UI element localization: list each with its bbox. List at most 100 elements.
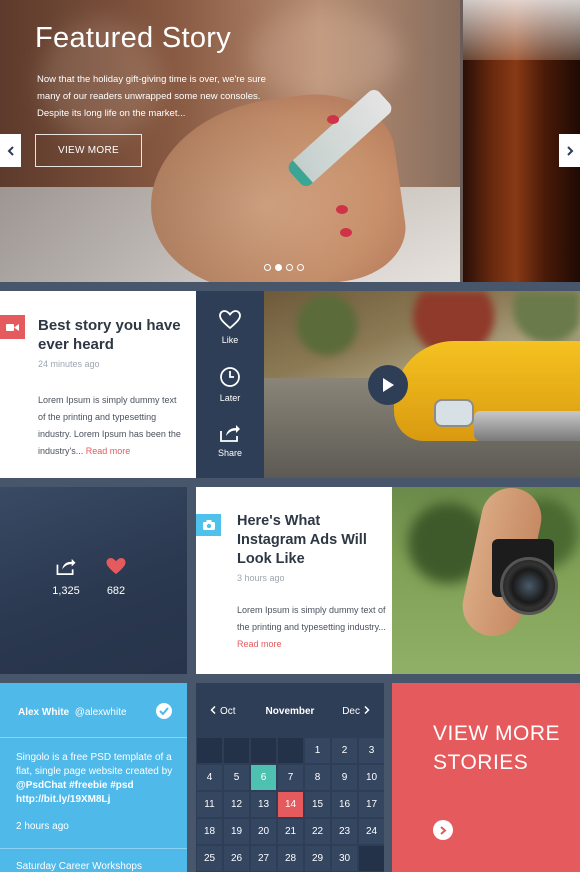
slider-dot[interactable] xyxy=(286,264,293,271)
later-action[interactable]: Later xyxy=(196,366,264,403)
play-button[interactable] xyxy=(368,365,408,405)
calendar-day[interactable]: 3 xyxy=(359,738,384,763)
calendar-empty-cell xyxy=(359,846,384,871)
calendar-day[interactable]: 15 xyxy=(305,792,330,817)
like-count-value: 682 xyxy=(106,585,126,597)
heart-icon xyxy=(106,557,126,575)
tweet-hashtag[interactable]: #freebie xyxy=(69,780,107,791)
chevron-right-icon xyxy=(364,705,370,715)
read-more-link[interactable]: Read more xyxy=(86,446,131,456)
calendar-grid: 1 2 3 4 5 6 7 8 9 10 11 12 13 14 15 16 17 18 19 20 21 22 23 24 2… xyxy=(196,738,384,871)
view-more-button[interactable]: VIEW MORE xyxy=(35,134,142,167)
read-more-link[interactable]: Read more xyxy=(237,639,282,649)
calendar-day[interactable]: 21 xyxy=(278,819,303,844)
calendar-day[interactable]: 7 xyxy=(278,765,303,790)
view-more-stories-label: VIEW MORE STORIES xyxy=(433,722,561,774)
calendar-empty-cell xyxy=(278,738,303,763)
calendar-day[interactable]: 13 xyxy=(251,792,276,817)
tweet-time: 2 hours ago xyxy=(16,821,69,832)
calendar-day[interactable]: 2 xyxy=(332,738,357,763)
calendar-day[interactable]: 22 xyxy=(305,819,330,844)
slider-dot-active[interactable] xyxy=(275,264,282,271)
hero-title: Featured Story xyxy=(35,22,232,54)
tweet-card: Alex White @alexwhite Singolo is a free … xyxy=(0,683,187,872)
calendar-empty-cell xyxy=(197,738,222,763)
calendar-day[interactable]: 23 xyxy=(332,819,357,844)
tweet-text-plain: Singolo is a free PSD template of a flat… xyxy=(16,752,173,777)
verified-icon xyxy=(156,703,172,719)
instagram-story-time: 3 hours ago xyxy=(237,573,285,583)
view-more-stories-button[interactable]: VIEW MORE STORIES xyxy=(392,683,580,872)
calendar-day[interactable]: 27 xyxy=(251,846,276,871)
instagram-story-card: Here's What Instagram Ads Will Look Like… xyxy=(196,487,392,674)
calendar-day[interactable]: 12 xyxy=(224,792,249,817)
like-label: Like xyxy=(221,335,239,345)
calendar-day-selected[interactable]: 14 xyxy=(278,792,303,817)
play-icon xyxy=(383,378,394,392)
share-count[interactable]: 1,325 xyxy=(41,557,91,597)
slider-dot[interactable] xyxy=(297,264,304,271)
calendar-day[interactable]: 24 xyxy=(359,819,384,844)
video-thumbnail[interactable] xyxy=(264,291,580,478)
share-count-value: 1,325 xyxy=(52,585,80,597)
like-count[interactable]: 682 xyxy=(91,557,141,597)
calendar-day[interactable]: 20 xyxy=(251,819,276,844)
calendar-day[interactable]: 18 xyxy=(197,819,222,844)
tweet-mention[interactable]: @PsdChat xyxy=(16,780,66,791)
like-action[interactable]: Like xyxy=(196,310,264,345)
calendar-day[interactable]: 17 xyxy=(359,792,384,817)
calendar-day-today[interactable]: 6 xyxy=(251,765,276,790)
tweet-author-handle: @alexwhite xyxy=(74,707,127,718)
calendar-day[interactable]: 11 xyxy=(197,792,222,817)
story-card: Best story you have ever heard 24 minute… xyxy=(0,291,196,478)
story-actions: Like Later Share xyxy=(196,291,264,478)
instagram-story-title[interactable]: Here's What Instagram Ads Will Look Like xyxy=(237,512,387,569)
slider-next-button[interactable] xyxy=(559,134,580,167)
share-action[interactable]: Share xyxy=(196,423,264,458)
tweet-text: Singolo is a free PSD template of a flat… xyxy=(16,751,176,807)
stats-card: 1,325 682 xyxy=(0,487,187,674)
story-title[interactable]: Best story you have ever heard xyxy=(38,316,188,354)
calendar-day[interactable]: 19 xyxy=(224,819,249,844)
tweet-author-name: Alex White xyxy=(18,707,70,718)
share-icon xyxy=(56,558,76,575)
next-month-button[interactable]: Dec xyxy=(342,705,370,717)
share-label: Share xyxy=(217,448,243,458)
slider-dot[interactable] xyxy=(264,264,271,271)
tweet-hashtag[interactable]: #psd xyxy=(110,780,133,791)
video-camera-icon xyxy=(6,323,19,331)
share-icon xyxy=(220,425,240,442)
calendar-day[interactable]: 16 xyxy=(332,792,357,817)
next-month-label: Dec xyxy=(342,706,360,717)
next-tweet[interactable]: Saturday Career Workshops xyxy=(0,848,187,872)
story-time: 24 minutes ago xyxy=(38,359,100,369)
calendar-day[interactable]: 10 xyxy=(359,765,384,790)
tweet-link[interactable]: http://bit.ly/19XM8Lj xyxy=(16,794,110,805)
slider-dots xyxy=(264,264,304,271)
calendar-widget: Oct November Dec 1 2 3 4 5 6 7 8 9 10 11 12 13 14 15 16… xyxy=(196,683,384,872)
instagram-story-body-text: Lorem Ipsum is simply dummy text of the … xyxy=(237,605,386,632)
calendar-empty-cell xyxy=(224,738,249,763)
calendar-day[interactable]: 25 xyxy=(197,846,222,871)
story-body: Lorem Ipsum is simply dummy text of the … xyxy=(38,392,186,460)
slider-prev-button[interactable] xyxy=(0,134,21,167)
heart-outline-icon xyxy=(219,310,241,330)
tweet-author[interactable]: Alex White @alexwhite xyxy=(18,707,127,718)
video-tag xyxy=(0,315,25,339)
calendar-day[interactable]: 8 xyxy=(305,765,330,790)
hero-description: Now that the holiday gift-giving time is… xyxy=(37,74,266,119)
calendar-day[interactable]: 28 xyxy=(278,846,303,871)
camera-icon xyxy=(202,520,215,530)
calendar-day[interactable]: 29 xyxy=(305,846,330,871)
calendar-day[interactable]: 1 xyxy=(305,738,330,763)
calendar-day[interactable]: 9 xyxy=(332,765,357,790)
tweet-header: Alex White @alexwhite xyxy=(0,683,187,738)
calendar-day[interactable]: 26 xyxy=(224,846,249,871)
calendar-empty-cell xyxy=(251,738,276,763)
calendar-day[interactable]: 30 xyxy=(332,846,357,871)
camera-photo[interactable] xyxy=(392,487,580,674)
calendar-day[interactable]: 5 xyxy=(224,765,249,790)
calendar-day[interactable]: 4 xyxy=(197,765,222,790)
chevron-left-icon xyxy=(7,145,14,156)
photo-tag xyxy=(196,514,221,536)
